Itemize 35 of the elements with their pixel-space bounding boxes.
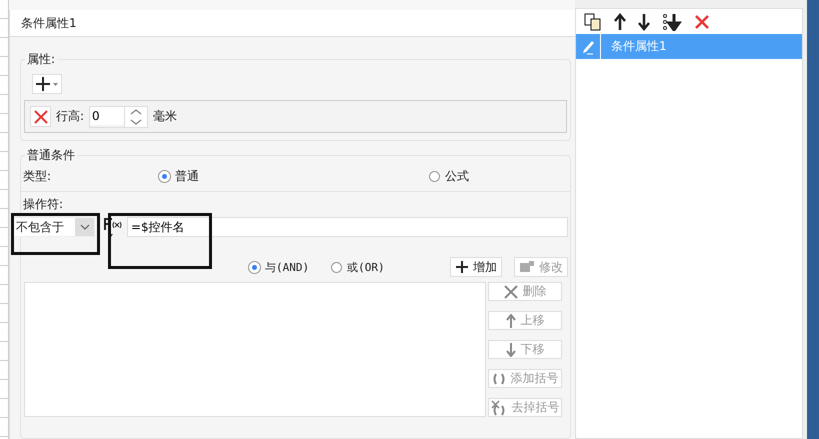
operator-dropdown[interactable]: 不包含于	[13, 217, 95, 237]
arrow-up-icon[interactable]	[614, 12, 626, 30]
arrow-up-icon	[506, 314, 516, 328]
spinner-buttons[interactable]	[124, 106, 148, 126]
parentheses-icon	[492, 372, 506, 386]
remove-parentheses-icon	[490, 400, 506, 416]
add-dropdown-button[interactable]	[32, 74, 62, 94]
close-icon	[504, 284, 518, 298]
close-icon	[34, 110, 48, 124]
pencil-icon	[581, 38, 595, 54]
move-to-bottom-icon[interactable]	[662, 12, 682, 30]
radio-option[interactable]: 或(OR)	[331, 260, 385, 274]
row-height-input[interactable]: 0	[90, 106, 124, 124]
operator-label: 操作符:	[22, 197, 64, 211]
radio-option[interactable]: 与(AND)	[249, 260, 310, 274]
type-label: 类型:	[22, 168, 52, 184]
copy-icon[interactable]	[584, 12, 602, 30]
chevron-down-icon	[80, 223, 90, 231]
formula-button[interactable]	[101, 216, 123, 238]
close-icon[interactable]	[694, 14, 710, 30]
radio-option[interactable]: 公式	[429, 168, 469, 184]
dialog-title: 条件属性1	[21, 14, 77, 32]
value-input[interactable]: =$控件名	[127, 217, 568, 237]
arrow-down-icon	[506, 342, 516, 356]
plus-icon	[455, 260, 469, 274]
radio-option[interactable]: 普通	[159, 168, 199, 184]
unit-label: 毫米	[153, 108, 178, 125]
delete-button[interactable]	[30, 106, 51, 127]
row-height-label: 行高:	[56, 108, 84, 125]
add-button[interactable]: 增加	[450, 257, 502, 277]
group-legend: 普通条件	[25, 147, 77, 164]
function-icon	[102, 216, 122, 238]
plus-icon	[35, 76, 59, 92]
arrow-down-icon[interactable]	[638, 12, 650, 30]
group-legend: 属性:	[25, 51, 58, 68]
